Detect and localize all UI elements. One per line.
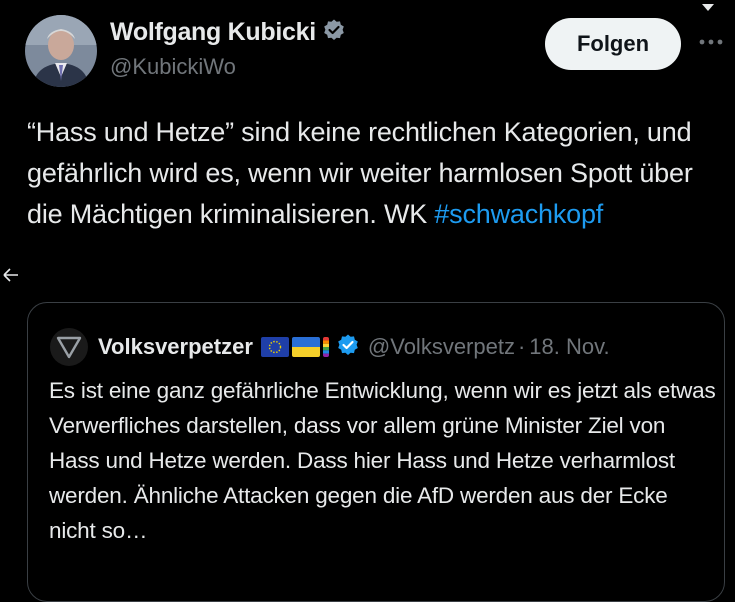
- caret-down-icon: [700, 0, 716, 11]
- tweet-text: “Hass und Hetze” sind keine rechtlichen …: [27, 112, 727, 235]
- more-dots-icon[interactable]: [696, 30, 726, 54]
- quoted-tweet-text: Es ist eine ganz gefährliche Entwicklung…: [49, 378, 716, 543]
- author-avatar[interactable]: [25, 15, 97, 87]
- back-arrow-icon[interactable]: [0, 263, 22, 287]
- ukraine-flag-icon: [291, 337, 320, 357]
- hashtag-link[interactable]: #schwachkopf: [434, 199, 603, 229]
- author-name[interactable]: Wolfgang Kubicki: [110, 18, 316, 47]
- quoted-author-name: Volksverpetzer: [98, 334, 253, 359]
- follow-button[interactable]: Folgen: [545, 18, 681, 70]
- quoted-tweet-header: Volksverpetzer @Volksverpetz · 18. Nov.: [50, 328, 610, 366]
- author-handle[interactable]: @KubickiWo: [110, 54, 236, 80]
- quoted-tweet-date: 18. Nov.: [529, 334, 610, 359]
- verified-badge-icon: [322, 18, 346, 47]
- rainbow-flag-icon: [322, 337, 329, 357]
- quoted-tweet-card[interactable]: Volksverpetzer @Volksverpetz · 18. Nov. …: [27, 302, 725, 602]
- eu-flag-icon: [260, 337, 289, 357]
- quoted-author-handle: @Volksverpetz: [367, 334, 515, 359]
- quoted-verified-badge-icon: [336, 333, 360, 362]
- dot-separator: ·: [517, 334, 526, 359]
- quoted-author-avatar: [50, 328, 88, 366]
